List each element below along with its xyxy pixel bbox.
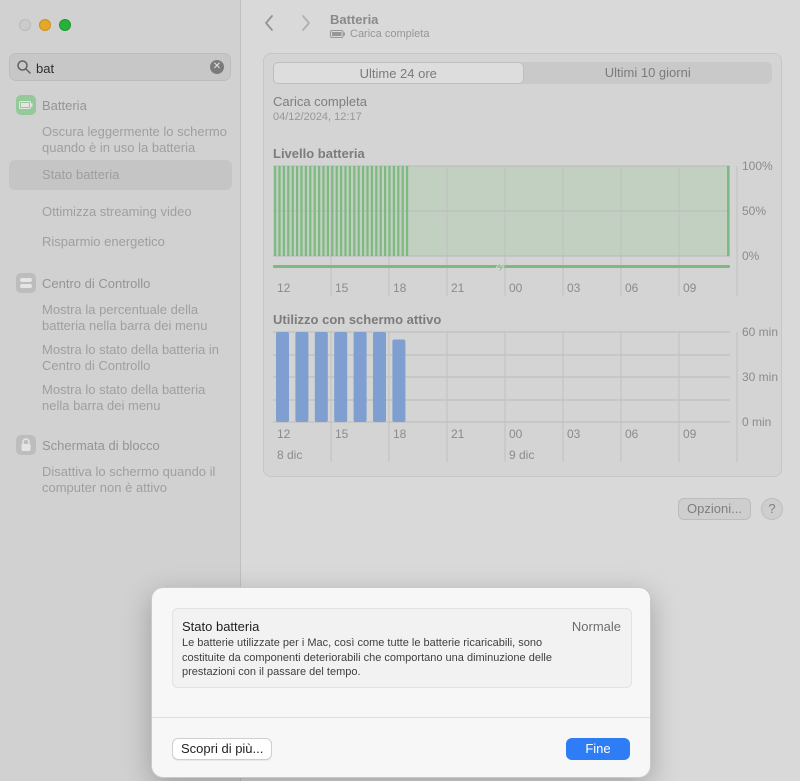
battery-health-sheet: Stato batteria Normale Le batterie utili… <box>151 587 651 778</box>
divider <box>152 717 650 718</box>
battery-health-info: Stato batteria Normale Le batterie utili… <box>172 608 632 688</box>
sheet-description: Le batterie utilizzate per i Mac, così c… <box>182 637 552 678</box>
learn-more-button[interactable]: Scopri di più... <box>172 738 273 760</box>
done-button[interactable]: Fine <box>566 738 630 760</box>
battery-health-value: Normale <box>571 619 621 634</box>
sheet-title: Stato batteria <box>182 619 260 634</box>
